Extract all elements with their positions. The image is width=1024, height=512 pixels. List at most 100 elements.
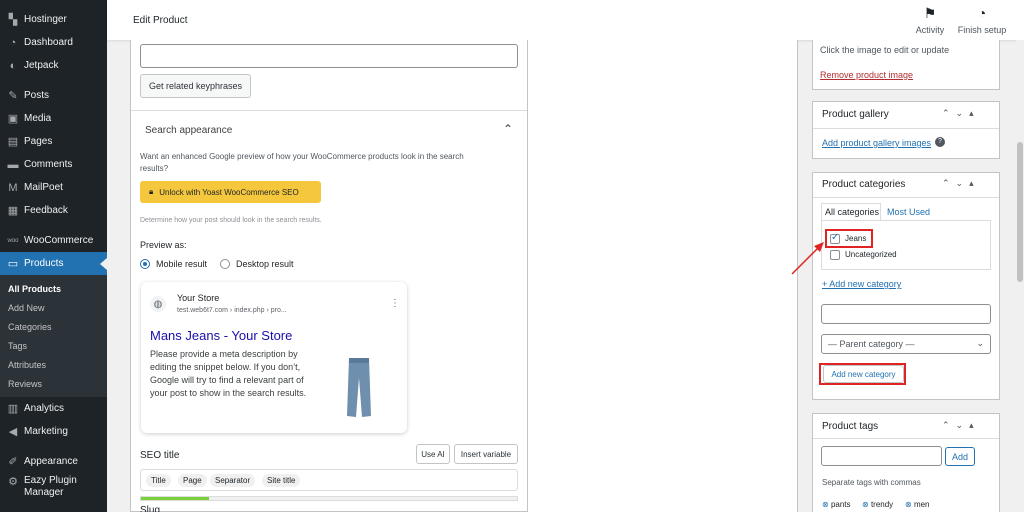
sidebar-item-mailpoet[interactable]: M MailPoet	[0, 176, 107, 199]
scrollbar-thumb[interactable]	[1017, 142, 1023, 282]
add-tag-button[interactable]: Add	[945, 447, 975, 466]
sidebar-item-jetpack[interactable]: ◐ Jetpack	[0, 54, 107, 77]
mobile-result-radio[interactable]	[140, 259, 150, 269]
uncategorized-checkbox[interactable]	[830, 250, 840, 260]
variable-pill[interactable]: Title	[146, 474, 171, 487]
divider	[813, 197, 999, 198]
variable-pill[interactable]: Page	[178, 474, 207, 487]
slug-label: Slug	[140, 505, 161, 512]
variable-pill[interactable]: Site title	[262, 474, 301, 487]
search-appearance-heading: Search appearance	[145, 125, 233, 136]
submenu-reviews[interactable]: Reviews	[0, 374, 107, 393]
content-area-blank	[528, 40, 798, 512]
top-bar: Edit Product ⚑ Activity ◔ Finish setup	[107, 0, 1024, 40]
dashboard-icon: ◔	[9, 36, 17, 49]
pages-icon: ▤	[7, 136, 19, 148]
sidebar-item-media[interactable]: ▣ Media	[0, 107, 107, 130]
tag-item: ⊗ pants	[822, 500, 851, 509]
preview-as-label: Preview as:	[140, 240, 187, 250]
seo-title-progress	[140, 496, 518, 501]
media-icon: ▣	[7, 113, 19, 125]
mobile-result-label: Mobile result	[156, 259, 208, 269]
sidebar-item-posts[interactable]: ✎ Posts	[0, 84, 107, 107]
desktop-result-radio[interactable]	[220, 259, 230, 269]
tag-item: ⊗ men	[905, 500, 930, 509]
remove-tag-icon[interactable]: ⊗	[862, 500, 869, 509]
jetpack-icon: ◐	[9, 59, 17, 72]
new-category-input[interactable]	[821, 304, 991, 324]
sidebar-item-pages[interactable]: ▤ Pages	[0, 130, 107, 153]
enhanced-preview-text-2: results?	[140, 164, 169, 173]
products-submenu: All Products Add New Categories Tags Att…	[0, 275, 107, 397]
get-related-keyphrases-button[interactable]: Get related keyphrases	[140, 74, 251, 98]
sidebar-item-analytics[interactable]: ▥ Analytics	[0, 397, 107, 420]
hostinger-icon: ▚	[8, 14, 18, 26]
submenu-all-products[interactable]: All Products	[0, 279, 107, 298]
kebab-menu-icon[interactable]: ⋮	[390, 298, 400, 309]
submenu-add-new[interactable]: Add New	[0, 298, 107, 317]
help-icon[interactable]: ?	[935, 137, 945, 147]
lock-icon: 🔒︎	[149, 187, 154, 196]
feedback-icon: ▦	[7, 205, 19, 217]
remove-product-image-link[interactable]: Remove product image	[820, 70, 913, 80]
google-snippet-preview: ◍ Your Store test.web6t7.com › index.php…	[141, 282, 407, 433]
sidebar-item-feedback[interactable]: ▦ Feedback	[0, 199, 107, 222]
sidebar-item-comments[interactable]: ▬ Comments	[0, 153, 107, 176]
divider	[813, 438, 999, 439]
sidebar-item-marketing[interactable]: ◀ Marketing	[0, 420, 107, 443]
brush-icon: ✐	[8, 456, 18, 468]
box-arrows-icon[interactable]: ⌃⌄▴	[942, 108, 980, 119]
snippet-desc-2: editing the snippet below. If you don’t,	[150, 362, 301, 372]
insert-variable-button[interactable]: Insert variable	[454, 444, 518, 464]
use-ai-button[interactable]: Use AI	[416, 444, 450, 464]
submenu-tags[interactable]: Tags	[0, 336, 107, 355]
sidebar-item-woocommerce[interactable]: woo WooCommerce	[0, 229, 107, 252]
box-arrows-icon[interactable]: ⌃⌄▴	[942, 420, 980, 431]
box-arrows-icon[interactable]: ⌃⌄▴	[942, 178, 980, 189]
products-icon: ▭	[7, 258, 19, 270]
collapse-chevron-icon[interactable]: ⌃	[503, 122, 513, 136]
flag-icon: ⚑	[923, 5, 937, 21]
progress-circle-icon: ◔	[977, 5, 987, 21]
plugin-icon: ⚙	[8, 475, 18, 488]
pin-icon: ✎	[8, 90, 18, 102]
keyphrase-input[interactable]	[140, 44, 518, 68]
add-gallery-images-link[interactable]: Add product gallery images	[822, 138, 931, 148]
highlight-box	[825, 229, 873, 248]
tab-most-used[interactable]: Most Used	[887, 207, 930, 217]
parent-category-select[interactable]: — Parent category — ⌄	[821, 334, 991, 354]
marketing-icon: ◀	[8, 426, 18, 438]
sidebar-item-eazy-plugin[interactable]: ⚙ Eazy Plugin Manager	[0, 473, 107, 501]
add-new-category-link[interactable]: + Add new category	[822, 279, 901, 289]
activity-button[interactable]: ⚑ Activity	[905, 5, 955, 35]
divider	[813, 128, 999, 129]
snippet-desc-1: Please provide a meta description by	[150, 349, 298, 359]
submenu-categories[interactable]: Categories	[0, 317, 107, 336]
snippet-desc-4: your post to show in the search results.	[150, 388, 307, 398]
snippet-url: test.web6t7.com › index.php › pro...	[177, 307, 287, 314]
finish-setup-button[interactable]: ◔ Finish setup	[957, 5, 1007, 35]
remove-tag-icon[interactable]: ⊗	[822, 500, 829, 509]
desktop-result-label: Desktop result	[236, 259, 294, 269]
category-uncategorized-label: Uncategorized	[845, 250, 897, 259]
determine-text: Determine how your post should look in t…	[140, 217, 322, 224]
snippet-title: Mans Jeans - Your Store	[150, 328, 293, 343]
globe-icon: ◍	[150, 296, 166, 312]
product-gallery-title: Product gallery	[822, 109, 889, 120]
sidebar-item-dashboard[interactable]: ◔ Dashboard	[0, 31, 107, 54]
page-scrollbar[interactable]	[1016, 40, 1024, 512]
jeans-thumbnail	[347, 358, 371, 417]
submenu-attributes[interactable]: Attributes	[0, 355, 107, 374]
snippet-desc-3: Google will try to find a relevant part …	[150, 375, 304, 385]
analytics-icon: ▥	[7, 403, 19, 415]
highlight-box	[819, 363, 906, 385]
remove-tag-icon[interactable]: ⊗	[905, 500, 912, 509]
mailpoet-icon: M	[8, 181, 18, 194]
sidebar-item-hostinger[interactable]: ▚ Hostinger	[0, 8, 107, 31]
sidebar-item-appearance[interactable]: ✐ Appearance	[0, 450, 107, 473]
sidebar-item-products[interactable]: ▭ Products	[0, 252, 107, 275]
product-tags-title: Product tags	[822, 421, 879, 432]
unlock-yoast-woocommerce-button[interactable]: 🔒︎ Unlock with Yoast WooCommerce SEO	[140, 181, 321, 203]
variable-pill[interactable]: Separator	[210, 474, 256, 487]
tag-input[interactable]	[821, 446, 942, 466]
